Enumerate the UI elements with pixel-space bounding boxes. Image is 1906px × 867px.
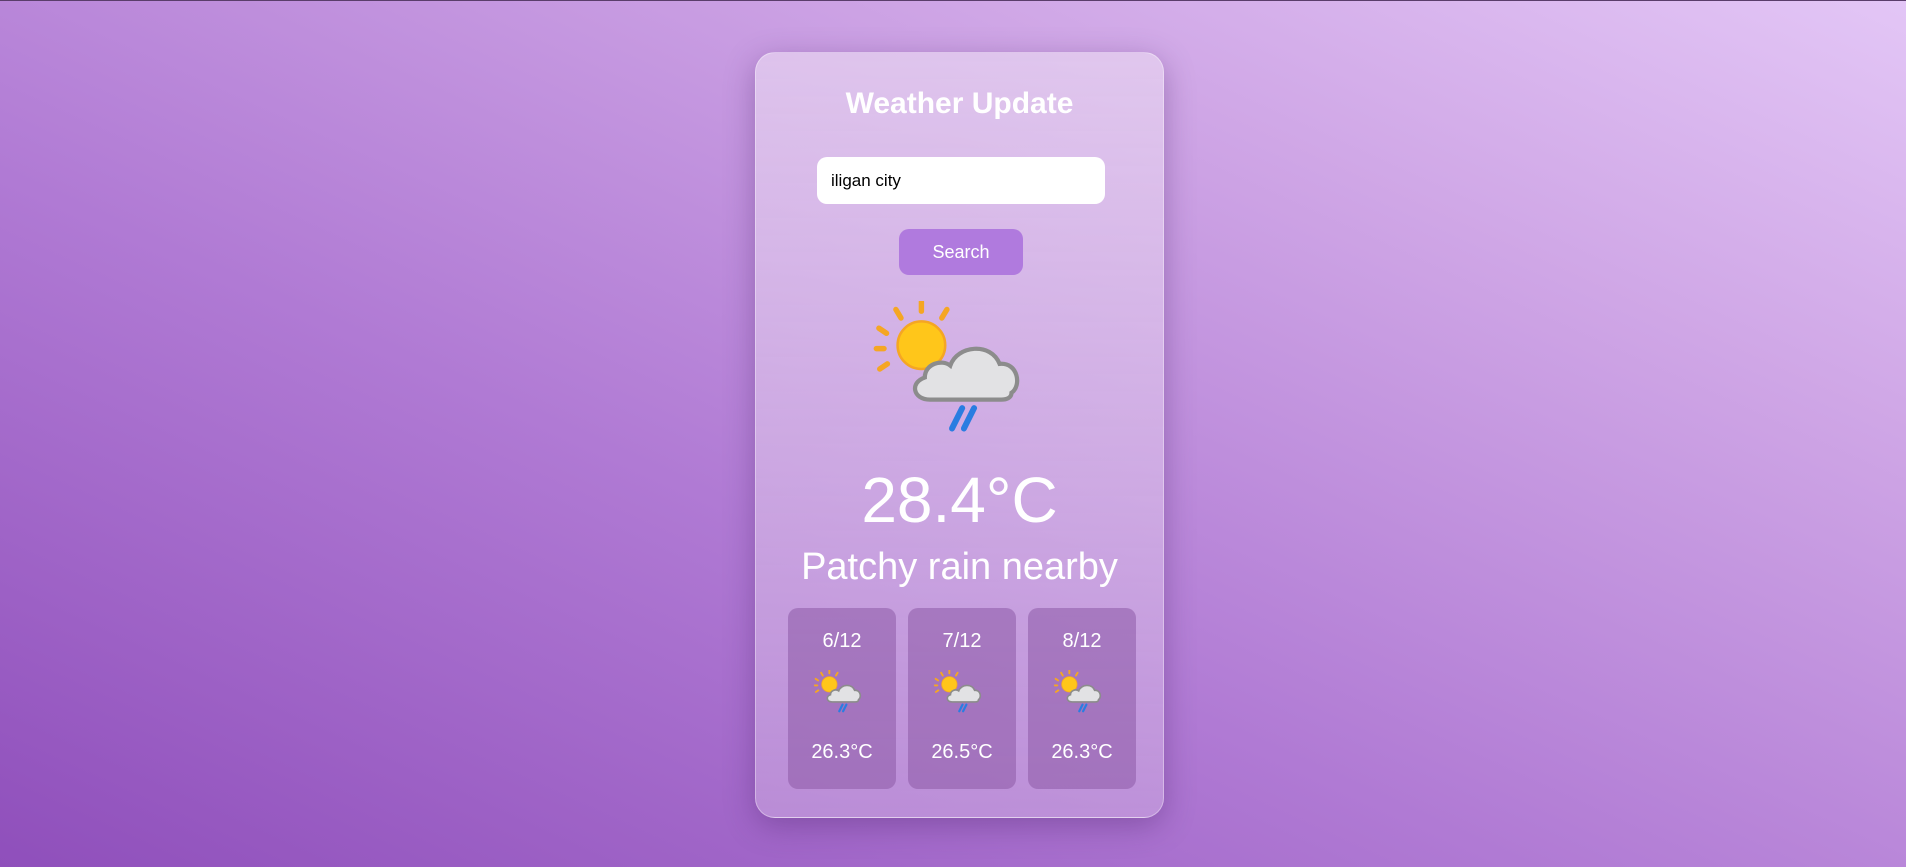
forecast-card: 6/12 26.3°C — [788, 608, 896, 789]
forecast-card: 7/12 26.5°C — [908, 608, 1016, 789]
window-top-border — [0, 0, 1906, 1]
forecast-date: 7/12 — [942, 630, 982, 652]
forecast-date: 8/12 — [1062, 630, 1102, 652]
weather-card: Weather Update Search 28.4°C Patchy rain… — [755, 52, 1164, 818]
weather-condition: Patchy rain nearby — [801, 546, 1118, 588]
city-search-input[interactable] — [817, 157, 1105, 204]
current-temperature: 28.4°C — [861, 464, 1058, 536]
forecast-temperature: 26.3°C — [811, 741, 873, 763]
forecast-date: 6/12 — [822, 630, 862, 652]
sun-cloud-rain-icon — [1054, 670, 1102, 713]
forecast-card: 8/12 26.3°C — [1028, 608, 1136, 789]
sun-cloud-rain-icon — [814, 670, 862, 713]
sun-cloud-rain-icon — [934, 670, 982, 713]
forecast-temperature: 26.3°C — [1051, 741, 1113, 763]
forecast-temperature: 26.5°C — [931, 741, 993, 763]
forecast-list: 6/12 26.3°C 7/12 26.5°C 8/12 26.3°C — [788, 608, 1136, 789]
sun-cloud-rain-icon — [873, 301, 1020, 432]
page-title: Weather Update — [845, 87, 1074, 120]
search-button[interactable]: Search — [899, 229, 1023, 275]
